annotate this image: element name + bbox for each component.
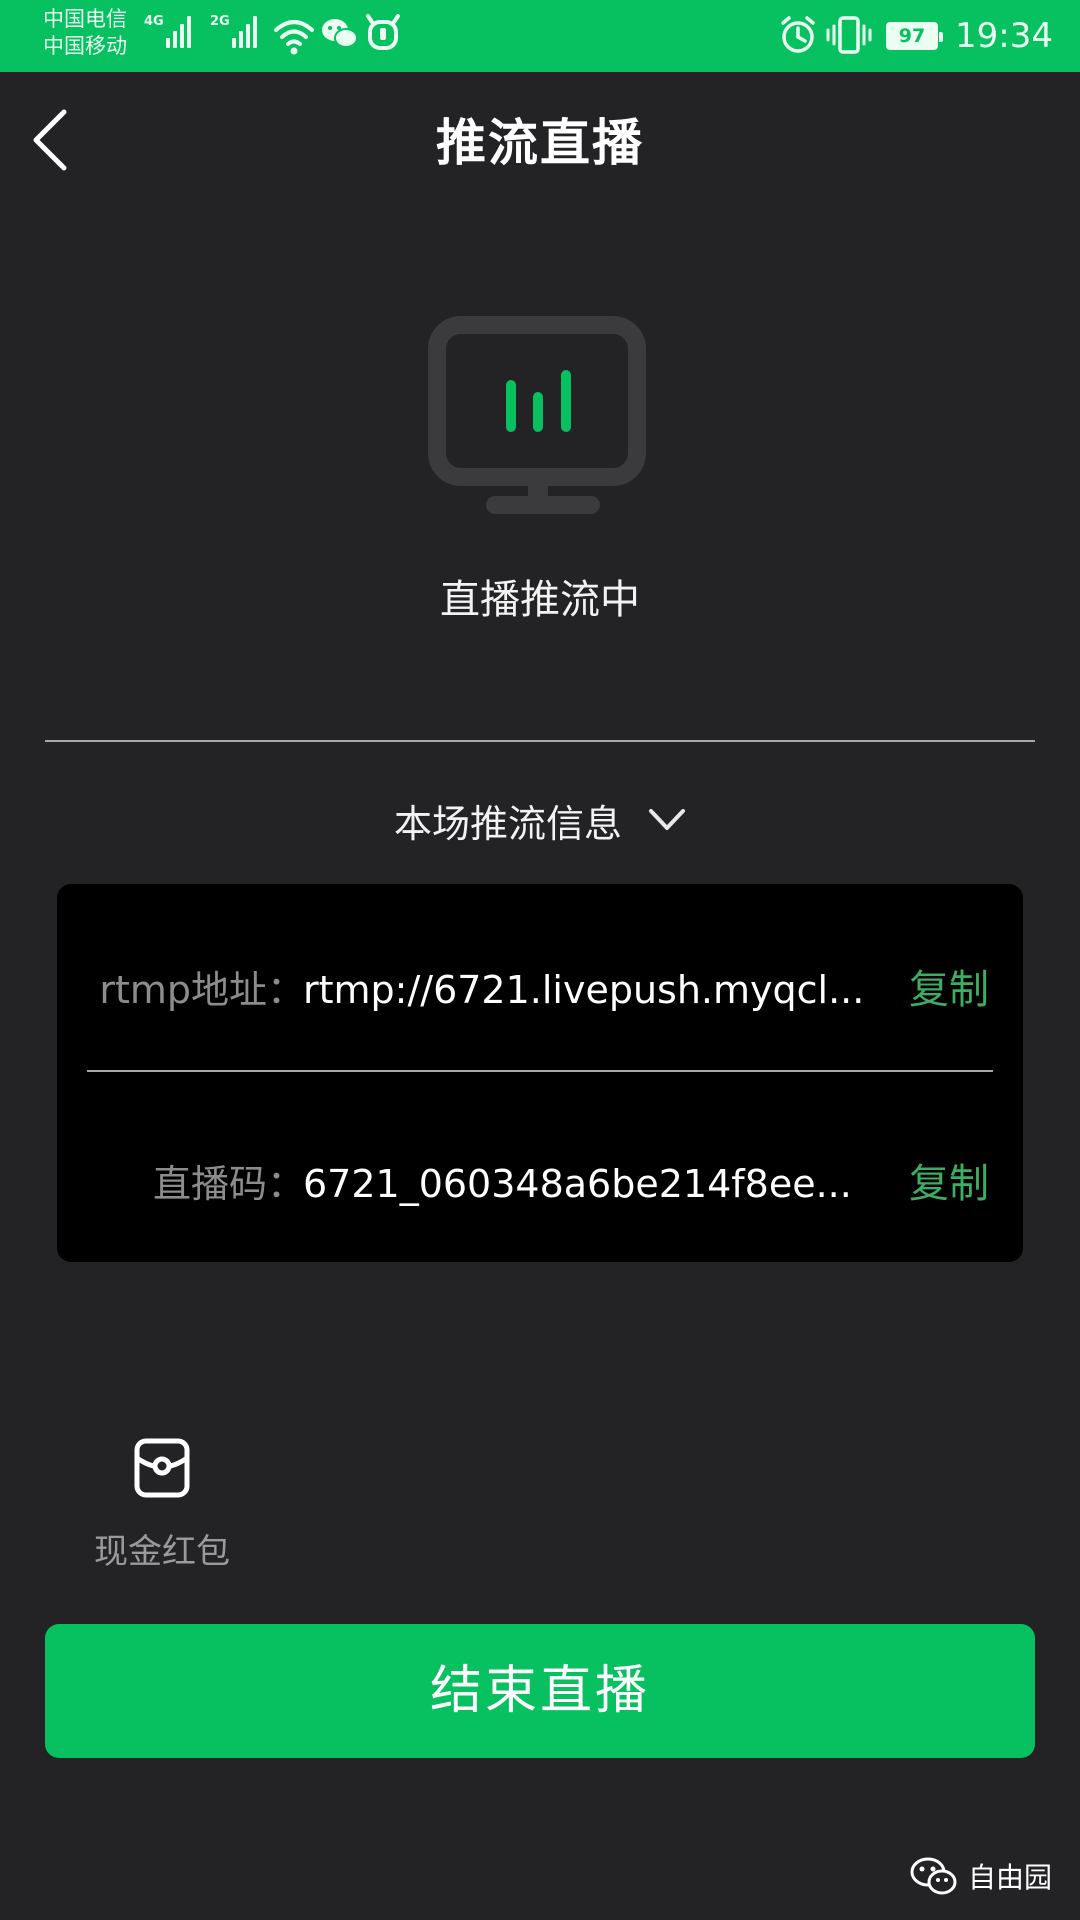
sim2-signal-icon: 2G [210, 14, 257, 48]
watermark: 自由园 [910, 1856, 1052, 1896]
stream-code-label: 直播码： [152, 1162, 305, 1206]
status-time: 19:34 [955, 16, 1053, 56]
rtmp-address-row: rtmp地址： rtmp://6721.livepush.myqcl... 复制 [57, 940, 1023, 1040]
stream-code-value: 6721_060348a6be214f8ee... [303, 1162, 852, 1206]
chevron-down-icon [649, 809, 685, 830]
page-title: 推流直播 [436, 114, 644, 172]
copy-rtmp-address-button[interactable]: 复制 [909, 962, 989, 1018]
push-info-toggle[interactable]: 本场推流信息 [0, 790, 1080, 850]
stream-status-text: 直播推流中 [440, 577, 640, 623]
end-live-button[interactable]: 结束直播 [45, 1624, 1035, 1758]
wechat-icon [910, 1857, 957, 1895]
section-divider [45, 740, 1035, 742]
sim2-network-type: 2G [210, 14, 230, 29]
rtmp-address-value: rtmp://6721.livepush.myqcl... [303, 968, 865, 1012]
rtmp-address-label: rtmp地址： [99, 968, 305, 1012]
watermark-text: 自由园 [968, 1861, 1053, 1894]
sim1-signal-icon: 4G [144, 14, 191, 48]
push-stream-screen: 中国电信 中国移动 4G 2G 97 19:34 推流直播 直播推流中 本场推流… [0, 0, 1080, 1920]
red-packet-button[interactable]: 现金红包 [78, 1436, 246, 1576]
carrier-2: 中国移动 [43, 34, 127, 58]
alarm-icon [781, 16, 815, 53]
monitor-live-icon [428, 316, 646, 514]
battery-icon: 97 [886, 22, 943, 50]
red-packet-icon [134, 1438, 190, 1498]
carrier-1: 中国电信 [43, 7, 127, 31]
vibrate-icon [826, 16, 872, 54]
sim1-network-type: 4G [144, 14, 164, 29]
push-info-toggle-label: 本场推流信息 [393, 801, 622, 846]
carrier-info: 中国电信 中国移动 [43, 6, 127, 60]
status-bar: 中国电信 中国移动 4G 2G 97 19:34 [0, 0, 1080, 72]
copy-stream-code-button[interactable]: 复制 [909, 1156, 989, 1212]
wifi-icon [274, 20, 314, 55]
card-divider [87, 1070, 993, 1072]
push-info-card: rtmp地址： rtmp://6721.livepush.myqcl... 复制… [57, 884, 1023, 1262]
wechat-notification-icon [322, 19, 358, 48]
stream-code-row: 直播码： 6721_060348a6be214f8ee... 复制 [57, 1134, 1023, 1234]
notification-app-icon [366, 14, 400, 50]
red-packet-label: 现金红包 [94, 1532, 230, 1572]
